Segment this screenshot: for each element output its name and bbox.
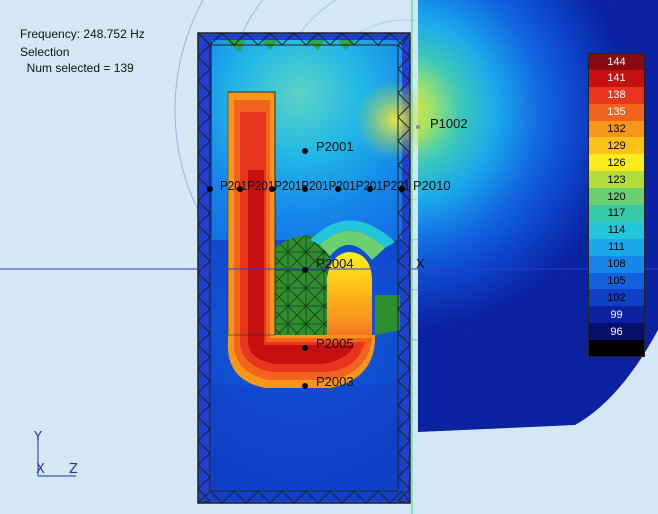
selection-count: Num selected = 139 bbox=[20, 61, 134, 75]
legend-entry: 117 bbox=[588, 205, 645, 222]
point-p2010-label: P2010 bbox=[413, 178, 451, 193]
legend-entry: 135 bbox=[588, 103, 645, 121]
legend-entry: 114 bbox=[588, 221, 645, 239]
point-p2001-marker[interactable] bbox=[302, 148, 308, 154]
legend-entry: 126 bbox=[588, 154, 645, 172]
point-p1002-label: P1002 bbox=[430, 116, 468, 131]
legend-entry: 144 bbox=[588, 53, 645, 70]
axis-x-label: X bbox=[36, 462, 45, 477]
point-p2003-label: P2003 bbox=[316, 374, 354, 389]
point-row-marker[interactable] bbox=[207, 186, 213, 192]
point-row-labels: P201P201P201P201P201P201P201 bbox=[220, 178, 410, 193]
axis-z-label: Z bbox=[69, 462, 78, 477]
legend-entry: 102 bbox=[588, 289, 645, 307]
axis-triad: Y X Z bbox=[30, 430, 90, 480]
point-p2003-marker[interactable] bbox=[302, 383, 308, 389]
legend-entry: 129 bbox=[588, 137, 645, 155]
legend-entry: 108 bbox=[588, 255, 645, 273]
field-viewport[interactable]: X P1002 P2001 P201P201P201P201P201P201P2… bbox=[0, 0, 658, 514]
legend-entry: 123 bbox=[588, 171, 645, 189]
legend-entry: 132 bbox=[588, 120, 645, 138]
frequency-readout: Frequency: 248.752 Hz bbox=[20, 27, 145, 41]
legend-entry bbox=[588, 340, 645, 358]
selection-title: Selection bbox=[20, 45, 70, 59]
legend-entry: 111 bbox=[588, 238, 645, 256]
point-p2004-marker[interactable] bbox=[302, 267, 308, 273]
legend-entry: 99 bbox=[588, 306, 645, 324]
point-p2004-label: P2004 bbox=[316, 256, 354, 271]
point-p2001-label: P2001 bbox=[316, 139, 354, 154]
legend-entry: 120 bbox=[588, 188, 645, 206]
legend-entry: 96 bbox=[588, 323, 645, 341]
point-p2005-marker[interactable] bbox=[302, 345, 308, 351]
crosshair-marker: X bbox=[416, 256, 425, 271]
point-p2005-label: P2005 bbox=[316, 336, 354, 351]
axis-y-label: Y bbox=[34, 430, 42, 445]
legend-entry: 138 bbox=[588, 86, 645, 104]
color-legend: 144 141 138 135 132 129 126 123 120 117 114 111 108 1… bbox=[588, 53, 645, 358]
legend-entry: 105 bbox=[588, 272, 645, 290]
point-p1002-marker[interactable] bbox=[416, 125, 420, 129]
legend-entry: 141 bbox=[588, 69, 645, 87]
